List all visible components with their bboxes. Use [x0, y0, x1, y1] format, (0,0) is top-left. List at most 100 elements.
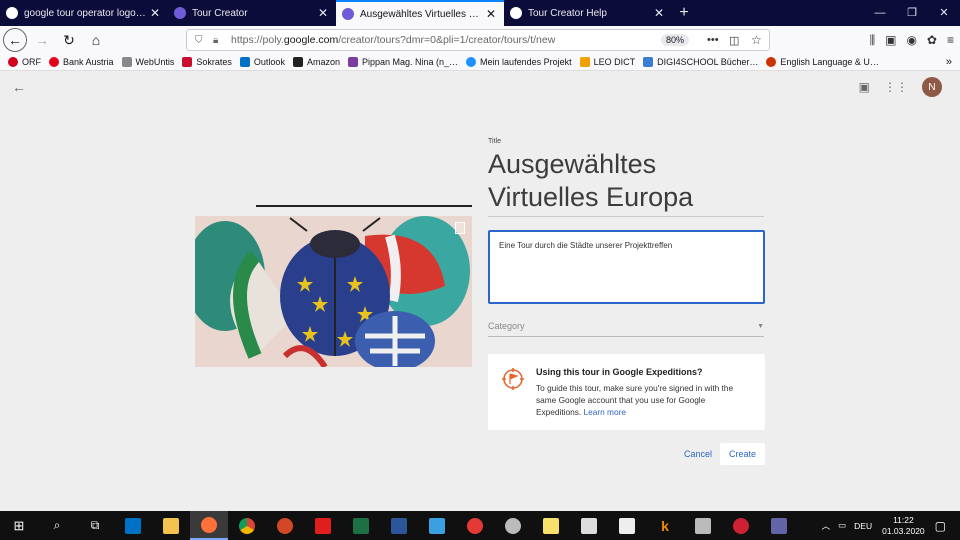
zoom-level[interactable]: 80%	[661, 34, 690, 46]
home-icon: ⌂	[91, 32, 101, 48]
bookmark-mein-projekt[interactable]: Mein laufendes Projekt	[466, 57, 572, 67]
red-app-icon	[467, 517, 483, 534]
folder-icon	[163, 517, 179, 534]
taskbar-app-ink[interactable]	[608, 511, 646, 540]
bookmark-leo-dict[interactable]: LEO DICT	[579, 57, 635, 67]
close-window-button[interactable]: ✕	[928, 0, 960, 26]
orf-icon	[8, 57, 18, 67]
feedback-icon[interactable]: ▣	[859, 80, 870, 94]
reload-button[interactable]: ↻	[57, 28, 81, 52]
tray-overflow-icon[interactable]: ︿	[822, 520, 831, 532]
bookmark-english-language[interactable]: English Language & U…	[766, 57, 879, 67]
back-button[interactable]: ←	[3, 28, 27, 52]
taskbar-app-acrobat[interactable]	[304, 511, 342, 540]
pocket-icon[interactable]: ◫	[729, 34, 739, 47]
account-icon[interactable]: ◉	[906, 33, 916, 47]
taskbar-app-file-explorer[interactable]	[152, 511, 190, 540]
home-button[interactable]: ⌂	[84, 28, 108, 52]
bookmark-webuntis[interactable]: WebUntis	[121, 57, 174, 67]
avatar[interactable]: N	[922, 77, 942, 97]
clock[interactable]: 11:22 01.03.2020	[882, 515, 925, 537]
powerpoint-icon	[277, 517, 293, 534]
tab-label: Ausgewähltes Virtuelles Europa	[360, 8, 484, 20]
page-actions-icon[interactable]: •••	[707, 34, 719, 46]
tab-google-search[interactable]: google tour operator logo – Goo ✕	[0, 0, 168, 26]
taskbar-app-media-player[interactable]	[418, 511, 456, 540]
learn-more-link[interactable]: Learn more	[584, 407, 626, 417]
app-header-icons: ▣ ⋮⋮ N	[859, 77, 942, 97]
taskbar-app-chrome[interactable]	[228, 511, 266, 540]
apps-grid-icon[interactable]: ⋮⋮	[884, 80, 908, 94]
close-tab-icon[interactable]: ✕	[484, 7, 498, 21]
word-icon	[391, 517, 407, 534]
minimize-button[interactable]: —	[864, 0, 896, 26]
tour-creator-icon	[342, 8, 354, 20]
taskbar-app-calculator[interactable]	[570, 511, 608, 540]
search-button[interactable]: ⌕	[38, 511, 76, 540]
taskbar-app-k[interactable]: k	[646, 511, 684, 540]
category-placeholder: Category	[488, 321, 525, 331]
bookmark-bank-austria[interactable]: Bank Austria	[49, 57, 114, 67]
tour-description-textarea[interactable]: Eine Tour durch die Städte unserer Proje…	[488, 230, 765, 304]
restore-button[interactable]: ❐	[896, 0, 928, 26]
calculator-icon	[581, 517, 597, 534]
amazon-icon	[292, 57, 303, 67]
cover-image[interactable]	[195, 216, 472, 367]
taskbar-app-firefox[interactable]	[190, 511, 228, 540]
language-indicator[interactable]: DEU	[854, 521, 872, 531]
start-button[interactable]: ⊞	[0, 511, 38, 540]
windows-icon: ⊞	[13, 517, 25, 533]
taskbar-app-scanner[interactable]	[684, 511, 722, 540]
english-language-icon	[766, 57, 777, 67]
bookmark-orf[interactable]: ORF	[8, 57, 41, 67]
tab-current-tour[interactable]: Ausgewähltes Virtuelles Europa ✕	[336, 0, 504, 26]
task-view-button[interactable]: ⧉	[76, 511, 114, 540]
close-tab-icon[interactable]: ✕	[652, 6, 666, 20]
address-bar[interactable]: ⛉ 🔒︎ https://poly.google.com/creator/tou…	[186, 29, 770, 51]
taskbar-app-paint[interactable]	[494, 511, 532, 540]
scanner-icon	[695, 517, 711, 534]
sidebar-icon[interactable]: ▣	[885, 33, 896, 47]
sync-icon	[733, 517, 749, 534]
taskbar-app-excel[interactable]	[342, 511, 380, 540]
cancel-button[interactable]: Cancel	[676, 443, 720, 465]
notification-icon[interactable]: ▢	[935, 519, 946, 533]
webuntis-icon	[121, 57, 132, 67]
taskbar-app-outlook[interactable]	[114, 511, 152, 540]
back-arrow-icon[interactable]: ←	[12, 79, 26, 95]
bookmark-sokrates[interactable]: Sokrates	[182, 57, 232, 67]
taskbar-app-sync[interactable]	[722, 511, 760, 540]
tab-tour-creator[interactable]: Tour Creator ✕	[168, 0, 336, 26]
outlook-icon	[125, 517, 141, 534]
reload-icon: ↻	[63, 31, 75, 48]
taskbar-app-teams[interactable]	[760, 511, 798, 540]
bookmark-pippan[interactable]: Pippan Mag. Nina (n_…	[347, 57, 458, 67]
battery-icon[interactable]: ▭	[838, 520, 846, 531]
extension-icon[interactable]: ✿	[927, 33, 937, 47]
new-tab-button[interactable]: +	[672, 0, 696, 26]
bookmark-amazon[interactable]: Amazon	[292, 57, 340, 67]
cover-image-drawing	[195, 216, 472, 367]
url-text: https://poly.google.com/creator/tours?dm…	[231, 34, 556, 46]
taskbar-app-word[interactable]	[380, 511, 418, 540]
expeditions-flag-icon	[502, 368, 524, 390]
close-tab-icon[interactable]: ✕	[148, 6, 162, 20]
create-button[interactable]: Create	[720, 443, 765, 465]
title-label: Title	[488, 138, 501, 145]
bookmarks-overflow[interactable]: »	[946, 56, 952, 68]
forward-button[interactable]: →	[30, 28, 54, 52]
menu-icon[interactable]: ≡	[947, 33, 954, 47]
bookmark-digi4school[interactable]: DIGI4SCHOOL Bücher…	[643, 57, 758, 67]
teams-icon	[771, 517, 787, 534]
delete-image-icon[interactable]	[455, 222, 465, 234]
taskbar-app-red[interactable]	[456, 511, 494, 540]
tab-tour-creator-help[interactable]: Tour Creator Help ✕	[504, 0, 672, 26]
taskbar-app-powerpoint[interactable]	[266, 511, 304, 540]
close-tab-icon[interactable]: ✕	[316, 6, 330, 20]
tour-title-input[interactable]: Ausgewähltes Virtuelles Europa	[488, 148, 764, 217]
library-icon[interactable]: ⫼	[870, 33, 876, 48]
category-select[interactable]: Category ▼	[488, 321, 764, 337]
bookmark-outlook[interactable]: Outlook	[239, 57, 285, 67]
taskbar-app-sticky-notes[interactable]	[532, 511, 570, 540]
bookmark-star-icon[interactable]: ☆	[751, 33, 762, 47]
